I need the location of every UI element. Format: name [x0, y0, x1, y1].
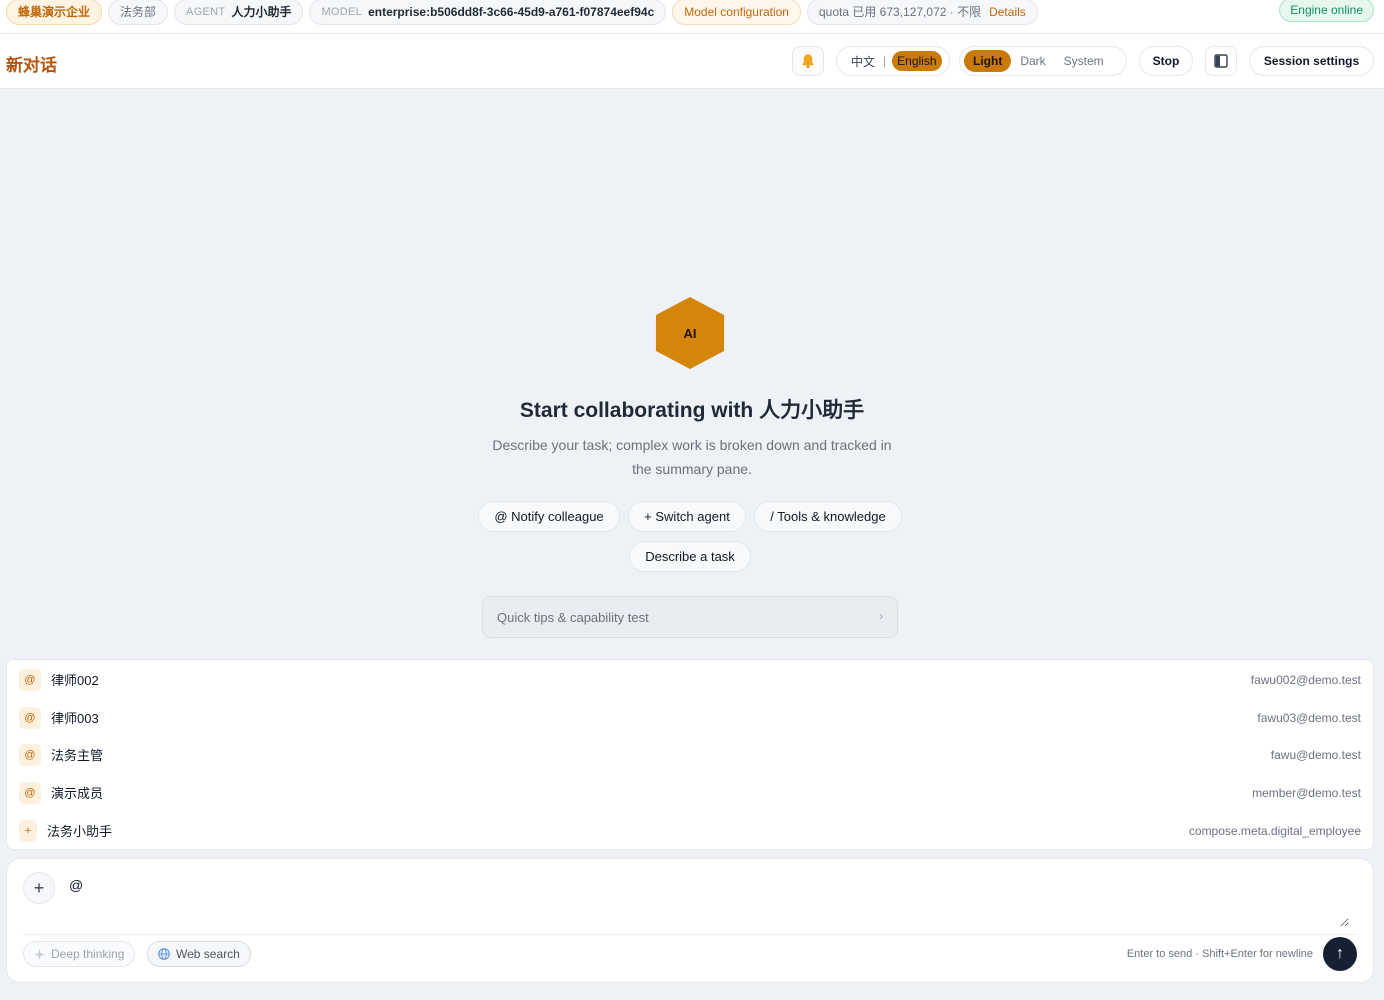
- web-search-toggle[interactable]: Web search: [147, 941, 251, 967]
- message-input[interactable]: [69, 877, 1349, 927]
- sparkle-icon: [34, 948, 45, 960]
- model-badge[interactable]: MODEL enterprise:b506dd8f-3c66-45d9-a761…: [309, 0, 667, 25]
- composer-divider: [23, 934, 1357, 935]
- agent-key: AGENT: [186, 5, 226, 18]
- at-icon: @: [19, 781, 41, 804]
- mention-item[interactable]: @ 律师003 fawu03@demo.test: [7, 699, 1373, 736]
- agent-badge[interactable]: AGENT 人力小助手: [174, 0, 304, 25]
- bell-icon: [802, 54, 814, 69]
- quick-tips-label: Quick tips & capability test: [497, 609, 649, 625]
- quota-text: quota 已用 673,127,072 · 不限: [818, 5, 982, 19]
- globe-icon: [158, 948, 170, 960]
- theme-dark-option[interactable]: Dark: [1011, 50, 1054, 72]
- send-hint: Enter to send · Shift+Enter for newline: [1126, 948, 1313, 960]
- mention-item[interactable]: @ 律师002 fawu002@demo.test: [7, 661, 1373, 698]
- mention-name: 律师002: [51, 673, 99, 688]
- agent-logo: AI: [652, 296, 728, 370]
- language-switcher[interactable]: 中文 | English: [836, 46, 950, 76]
- quota-badge: quota 已用 673,127,072 · 不限 Details: [806, 0, 1038, 25]
- logo-text: AI: [683, 325, 697, 341]
- mention-email: fawu@demo.test: [1270, 747, 1361, 762]
- lang-separator: |: [883, 54, 887, 68]
- mention-name: 演示成员: [51, 786, 104, 801]
- describe-task-chip[interactable]: Describe a task: [629, 541, 751, 572]
- mention-item[interactable]: @ 法务主管 fawu@demo.test: [7, 736, 1373, 773]
- web-search-label: Web search: [176, 947, 240, 961]
- page-title: 新对话: [6, 56, 57, 75]
- mention-email: member@demo.test: [1252, 785, 1361, 800]
- panel-toggle-icon: [1214, 54, 1228, 68]
- hero-subtitle: Describe your task; complex work is brok…: [492, 437, 892, 477]
- theme-system-option[interactable]: System: [1055, 50, 1113, 72]
- switch-agent-chip[interactable]: + Switch agent: [628, 501, 746, 532]
- send-button[interactable]: ↑: [1323, 937, 1357, 971]
- plus-icon: +: [19, 819, 37, 842]
- model-config-button[interactable]: Model configuration: [672, 0, 801, 25]
- chevron-right-icon: ›: [879, 611, 883, 623]
- mention-email: compose.meta.digital_employee: [1188, 823, 1361, 838]
- notifications-button[interactable]: [792, 46, 824, 76]
- status-bar: 蜂巢演示企业 法务部 AGENT 人力小助手 MODEL enterprise:…: [0, 0, 1384, 34]
- deep-thinking-label: Deep thinking: [51, 947, 125, 961]
- model-value: enterprise:b506dd8f-3c66-45d9-a761-f0787…: [368, 4, 655, 19]
- mention-dropdown: @ 律师002 fawu002@demo.test @ 律师003 fawu03…: [6, 659, 1374, 850]
- lang-zh-option[interactable]: 中文: [841, 53, 883, 70]
- engine-status-badge: Engine online: [1279, 0, 1374, 22]
- mention-name: 法务小助手: [47, 824, 113, 839]
- mention-name: 律师003: [51, 711, 99, 726]
- deep-thinking-toggle[interactable]: Deep thinking: [23, 941, 136, 967]
- header: 新对话 中文 | English Light Dark System Stop …: [0, 34, 1384, 89]
- at-icon: @: [19, 668, 41, 691]
- tools-knowledge-chip[interactable]: / Tools & knowledge: [754, 501, 902, 532]
- message-composer: + Deep thinking Web search Enter to send…: [6, 858, 1374, 983]
- mention-email: fawu03@demo.test: [1257, 710, 1361, 725]
- mention-name: 法务主管: [51, 748, 104, 763]
- mention-item[interactable]: + 法务小助手 compose.meta.digital_employee: [7, 812, 1373, 849]
- theme-switcher[interactable]: Light Dark System: [959, 46, 1127, 76]
- lang-en-option[interactable]: English: [892, 51, 942, 71]
- at-icon: @: [19, 743, 41, 766]
- org-badge[interactable]: 蜂巢演示企业: [6, 0, 103, 25]
- model-key: MODEL: [321, 5, 363, 18]
- theme-light-option[interactable]: Light: [964, 50, 1012, 72]
- panel-toggle-button[interactable]: [1205, 46, 1237, 76]
- mention-email: fawu002@demo.test: [1250, 672, 1361, 687]
- attach-button[interactable]: +: [23, 872, 55, 904]
- quick-tips-panel[interactable]: Quick tips & capability test ›: [482, 596, 898, 638]
- agent-value: 人力小助手: [231, 5, 292, 19]
- notify-colleague-chip[interactable]: @ Notify colleague: [478, 501, 620, 532]
- dept-badge[interactable]: 法务部: [108, 0, 169, 25]
- arrow-up-icon: ↑: [1336, 945, 1344, 962]
- session-settings-button[interactable]: Session settings: [1249, 46, 1374, 76]
- quota-details-link[interactable]: Details: [989, 5, 1026, 19]
- plus-icon: +: [33, 877, 45, 898]
- hero-title: Start collaborating with 人力小助手: [519, 399, 865, 422]
- stop-button[interactable]: Stop: [1139, 46, 1193, 76]
- at-icon: @: [19, 706, 41, 729]
- mention-item[interactable]: @ 演示成员 member@demo.test: [7, 774, 1373, 811]
